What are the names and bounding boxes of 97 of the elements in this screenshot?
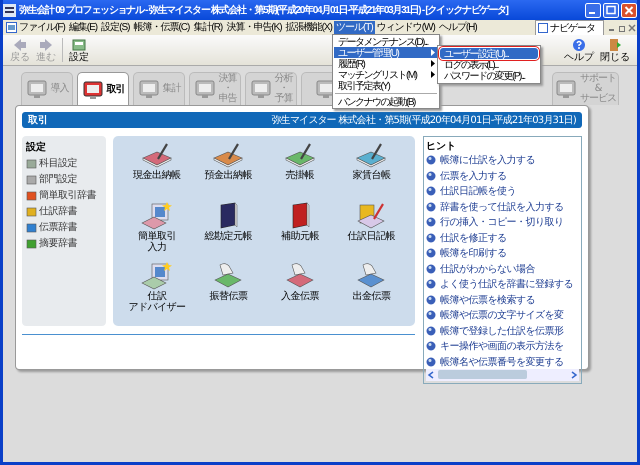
- settings-link[interactable]: 簡単取引辞書: [26, 188, 102, 202]
- sidebar-heading: 設定: [26, 140, 47, 154]
- help-bullet-icon: [426, 294, 436, 304]
- help-bullet-icon: [426, 310, 436, 320]
- minimize-icon[interactable]: [585, 2, 601, 18]
- nav-tab[interactable]: 取引: [77, 72, 129, 107]
- help-bullet-icon: [426, 217, 436, 227]
- help-icon: [572, 38, 586, 52]
- monitor-star-icon: [140, 200, 174, 231]
- menu-item[interactable]: ウィンドウ(W): [374, 20, 437, 34]
- maximize-icon[interactable]: [603, 2, 619, 18]
- help-bullet-icon: [426, 356, 436, 366]
- settings-link[interactable]: 摘要辞書: [26, 236, 102, 250]
- hint-link[interactable]: 帳簿を印刷する: [426, 246, 579, 260]
- navigator-dropdown[interactable]: ナビゲータ: [535, 20, 604, 36]
- menu-entry[interactable]: ユーザー設定(U)...: [440, 48, 538, 59]
- task-link[interactable]: 入金伝票: [264, 261, 336, 322]
- hint-link[interactable]: 仕訳日記帳を使う: [426, 184, 579, 198]
- hint-link[interactable]: 帳簿や伝票を検索する: [426, 292, 579, 306]
- settings-link[interactable]: 部門設定: [26, 172, 102, 186]
- menu-entry[interactable]: パスワードの変更(P)...: [440, 70, 538, 81]
- monitor-icon: [250, 78, 274, 100]
- settings-icon: [72, 38, 86, 52]
- settings-link[interactable]: 仕訳辞書: [26, 204, 102, 218]
- scroll-right-icon[interactable]: [569, 370, 579, 380]
- menu-item[interactable]: ファイル(F): [17, 20, 67, 34]
- hint-link[interactable]: 帳簿や伝票の文字サイズを変: [426, 308, 579, 322]
- window-icon: [538, 22, 548, 32]
- task-link[interactable]: 簡単取引 入力: [121, 200, 192, 262]
- task-link[interactable]: 仕訳日記帳: [336, 200, 407, 262]
- hint-heading: ヒント: [426, 140, 457, 153]
- horizontal-scrollbar[interactable]: [426, 368, 579, 380]
- menu-entry[interactable]: バンクナウの起動(B): [334, 96, 438, 107]
- hint-link[interactable]: 帳簿で登録した仕訳を伝票形: [426, 324, 579, 338]
- task-link[interactable]: 総勘定元帳: [192, 200, 264, 262]
- settings-link[interactable]: 科目設定: [26, 156, 102, 170]
- forward-arrow-icon: [39, 38, 53, 52]
- menu-item[interactable]: ヘルプ(H): [436, 20, 479, 34]
- back-arrow-icon: [13, 38, 27, 52]
- menu-item[interactable]: 編集(E): [66, 20, 100, 34]
- monitor-icon: [138, 78, 162, 100]
- hint-link[interactable]: よく使う仕訳を辞書に登録する: [426, 277, 579, 291]
- hint-link[interactable]: 伝票を入力する: [426, 168, 579, 182]
- help-bullet-icon: [426, 232, 436, 242]
- app-icon: [3, 4, 16, 16]
- hint-link[interactable]: 辞書を使って仕訳を入力する: [426, 200, 579, 214]
- monitor-icon: [26, 78, 50, 100]
- hint-link[interactable]: キー操作や画面の表示方法を: [426, 339, 579, 353]
- menu-entry[interactable]: マッチングリスト(M): [334, 69, 438, 80]
- window-title: 弥生会計 09 プロフェッショナル - 弥生マイスター 株式会社・第5期(平成20年04月01日-平成21年03月31日) - [クイックナビゲータ]: [19, 3, 510, 17]
- restore-icon[interactable]: [618, 24, 626, 32]
- menu-entry[interactable]: ユーザー管理(U): [334, 47, 438, 58]
- help-bullet-icon: [426, 186, 436, 196]
- hint-link[interactable]: 仕訳がわからない場合: [426, 262, 579, 276]
- settings-button[interactable]: 設定: [66, 36, 92, 64]
- help-bullet-icon: [426, 326, 436, 336]
- menu-entry[interactable]: 履歴(R): [334, 58, 438, 69]
- task-link[interactable]: 預金出納帳: [192, 140, 264, 201]
- hint-link[interactable]: 仕訳を修正する: [426, 230, 579, 244]
- menu-item[interactable]: ツール(T): [334, 20, 375, 34]
- monitor-icon: [82, 79, 106, 101]
- menu-entry[interactable]: データメンテナンス(D)...: [334, 36, 438, 47]
- settings-link[interactable]: 伝票辞書: [26, 220, 102, 234]
- task-link[interactable]: 振替伝票: [192, 261, 264, 322]
- scroll-left-icon[interactable]: [426, 370, 436, 380]
- company-period: 弥生マイスター 株式会社・第5期(平成20年04月01日-平成21年03月31日): [271, 114, 576, 127]
- help-bullet-icon: [426, 155, 436, 165]
- close-button[interactable]: 閉じる: [597, 36, 633, 64]
- task-link[interactable]: 現金出納帳: [121, 140, 192, 201]
- scrollbar-thumb[interactable]: [438, 370, 527, 379]
- help-button[interactable]: ヘルプ: [561, 36, 597, 64]
- menu-item[interactable]: 設定(S): [99, 20, 132, 34]
- task-link[interactable]: 仕訳 アドバイザー: [121, 261, 192, 322]
- task-link[interactable]: 家賃台帳: [336, 140, 407, 201]
- help-bullet-icon: [426, 264, 436, 274]
- monitor-star-icon: [140, 261, 174, 292]
- task-link[interactable]: 出金伝票: [336, 261, 407, 322]
- exit-door-icon: [608, 38, 622, 52]
- help-bullet-icon: [426, 248, 436, 258]
- help-bullet-icon: [426, 170, 436, 180]
- monitor-icon: [194, 78, 218, 100]
- help-bullet-icon: [426, 341, 436, 351]
- hint-link[interactable]: 帳簿名や伝票番号を変更する: [426, 354, 579, 368]
- menu-item[interactable]: 帳簿・伝票(C): [131, 20, 192, 34]
- panel-title: 取引: [28, 114, 48, 127]
- close-icon[interactable]: [628, 24, 636, 32]
- task-link[interactable]: 補助元帳: [264, 200, 336, 262]
- hint-link[interactable]: 帳簿に仕訳を入力する: [426, 153, 579, 167]
- task-link[interactable]: 売掛帳: [264, 140, 336, 201]
- hint-link[interactable]: 行の挿入・コピー・切り取り: [426, 215, 579, 229]
- menu-item[interactable]: 集計(R): [191, 20, 224, 34]
- menu-entry[interactable]: 取引予定表(Y): [334, 80, 438, 91]
- document-icon[interactable]: [6, 22, 17, 33]
- menu-item[interactable]: 拡張機能(X): [284, 20, 334, 34]
- help-bullet-icon: [426, 279, 436, 289]
- help-bullet-icon: [426, 202, 436, 212]
- menu-item[interactable]: 決算・申告(K): [224, 20, 284, 34]
